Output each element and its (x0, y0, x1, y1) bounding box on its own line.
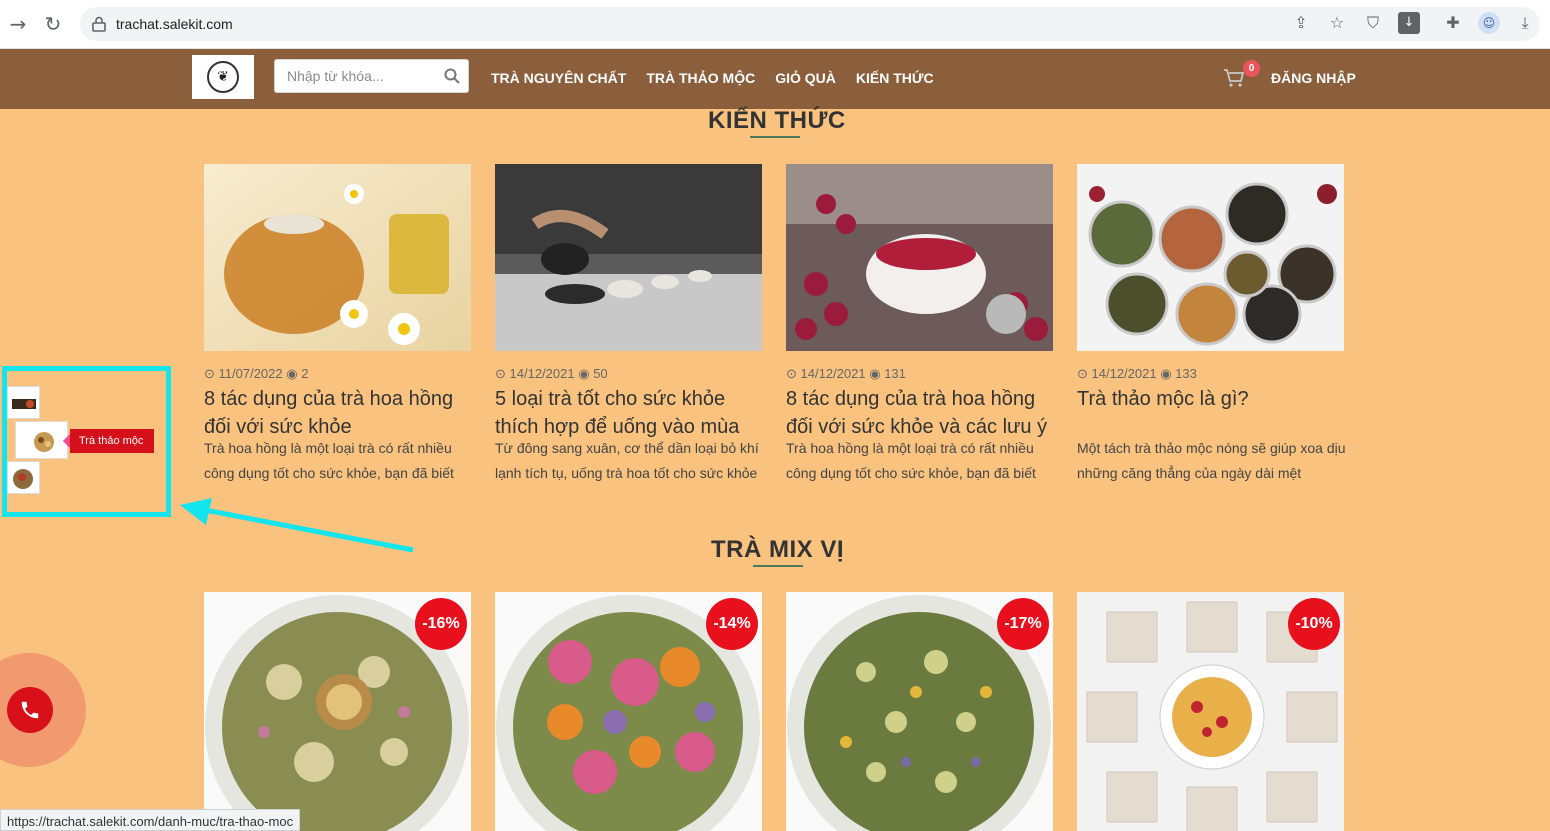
clock-icon: ⊙ (786, 366, 801, 381)
post-date: 14/12/2021 (1091, 366, 1157, 381)
discount-badge: -16% (415, 598, 467, 650)
url-text[interactable]: trachat.salekit.com (116, 16, 233, 32)
title-underline (750, 136, 800, 138)
post-date: 14/12/2021 (800, 366, 866, 381)
post-views: 131 (884, 366, 906, 381)
product-card[interactable]: -10% (1077, 592, 1344, 831)
browser-actions: ⇪ ☆ ⛉ ↓ ✚ ☺ ⤓ (1290, 12, 1536, 34)
post-image-teapot[interactable] (204, 164, 471, 351)
post-date: 11/07/2022 (218, 366, 283, 381)
clock-icon: ⊙ (495, 366, 510, 381)
section-title-text: TRÀ MIX VỊ (711, 536, 845, 563)
cart-count-badge: 0 (1243, 60, 1260, 77)
title-underline (753, 565, 803, 567)
browser-toolbar: → ↻ trachat.salekit.com ⇪ ☆ ⛉ ↓ ✚ ☺ ⤓ (0, 0, 1550, 49)
avatar[interactable]: ☺ (1478, 12, 1500, 34)
clock-icon: ⊙ (1077, 366, 1092, 381)
search-icon[interactable] (444, 68, 460, 84)
eye-icon: ◉ (578, 366, 594, 381)
reload-icon[interactable]: ↻ (41, 12, 65, 36)
nav-item-gio-qua[interactable]: GIỎ QUÀ (775, 70, 836, 86)
post-meta: ⊙ 14/12/2021 ◉ 133 (1077, 366, 1197, 382)
eye-icon: ◉ (1160, 366, 1176, 381)
product-card[interactable]: -14% (495, 592, 762, 831)
share-icon[interactable]: ⇪ (1290, 12, 1312, 34)
post-date: 14/12/2021 (509, 366, 575, 381)
post-card[interactable] (495, 164, 762, 351)
leaf-icon: ❦ (207, 61, 239, 93)
annotation-arrow-icon (180, 498, 414, 553)
product-card[interactable]: -17% (786, 592, 1053, 831)
post-views: 133 (1175, 366, 1197, 381)
section-title-tra-mix-vi: TRÀ MIX VỊ (711, 536, 845, 567)
product-card[interactable]: -16% (204, 592, 471, 831)
post-views: 50 (593, 366, 608, 381)
post-card[interactable] (786, 164, 1053, 351)
lock-icon (92, 16, 106, 32)
section-title-kien-thuc: KIẾN THỨC (708, 107, 846, 138)
shield-icon[interactable]: ⛉ (1362, 12, 1384, 34)
post-meta: ⊙ 11/07/2022 ◉ 2 (204, 366, 308, 382)
post-card[interactable] (204, 164, 471, 351)
discount-badge: -14% (706, 598, 758, 650)
nav-item-tra-nguyen-chat[interactable]: TRÀ NGUYÊN CHẤT (491, 70, 626, 86)
star-icon[interactable]: ☆ (1326, 12, 1348, 34)
cart-icon[interactable] (1223, 67, 1245, 89)
post-image-rose-tea[interactable] (786, 164, 1053, 351)
post-image-herbal-bowls[interactable] (1077, 164, 1344, 351)
search-input[interactable] (287, 68, 437, 84)
eye-icon: ◉ (869, 366, 885, 381)
post-meta: ⊙ 14/12/2021 ◉ 50 (495, 366, 608, 382)
status-url: https://trachat.salekit.com/danh-muc/tra… (0, 809, 301, 831)
post-views: 2 (301, 366, 309, 381)
discount-badge: -17% (997, 598, 1049, 650)
post-title[interactable]: Trà thảo mộc là gì? (1077, 385, 1347, 437)
nav-item-tra-thao-moc[interactable]: TRÀ THẢO MỘC (646, 70, 755, 86)
post-title[interactable]: 8 tác dụng của trà hoa hồng đối với sức … (786, 385, 1056, 437)
post-excerpt: Trà hoa hồng là một loại trà có rất nhiề… (786, 440, 1036, 481)
main-nav: TRÀ NGUYÊN CHẤT TRÀ THẢO MỘC GIỎ QUÀ KIẾ… (491, 70, 934, 86)
download-icon[interactable]: ⤓ (1514, 12, 1536, 34)
post-title[interactable]: 8 tác dụng của trà hoa hồng đối với sức … (204, 385, 474, 437)
site-header: ❦ TRÀ NGUYÊN CHẤT TRÀ THẢO MỘC GIỎ QUÀ K… (0, 49, 1550, 109)
eye-icon: ◉ (286, 366, 302, 381)
arrow-right-icon[interactable]: → (6, 12, 30, 36)
phone-icon (21, 701, 39, 719)
post-excerpt: Một tách trà thảo mộc nóng sẽ giúp xoa d… (1077, 440, 1346, 481)
post-excerpt: Từ đông sang xuân, cơ thể dần loại bỏ kh… (495, 440, 759, 481)
post-meta: ⊙ 14/12/2021 ◉ 131 (786, 366, 906, 382)
section-title-text: KIẾN THỨC (708, 107, 846, 134)
site-logo[interactable]: ❦ (192, 55, 254, 99)
post-title[interactable]: 5 loại trà tốt cho sức khỏe thích hợp để… (495, 385, 765, 437)
nav-item-kien-thuc[interactable]: KIẾN THỨC (856, 70, 934, 86)
search-box (274, 59, 469, 93)
post-image-tea-ceremony[interactable] (495, 164, 762, 351)
post-card[interactable] (1077, 164, 1344, 351)
download-box-icon[interactable]: ↓ (1398, 12, 1420, 34)
clock-icon: ⊙ (204, 366, 219, 381)
puzzle-icon[interactable]: ✚ (1442, 12, 1464, 34)
highlight-box (2, 366, 171, 517)
post-excerpt: Trà hoa hồng là một loại trà có rất nhiề… (204, 440, 454, 481)
discount-badge: -10% (1288, 598, 1340, 650)
call-button[interactable] (7, 687, 53, 733)
login-link[interactable]: ĐĂNG NHẬP (1271, 70, 1356, 86)
